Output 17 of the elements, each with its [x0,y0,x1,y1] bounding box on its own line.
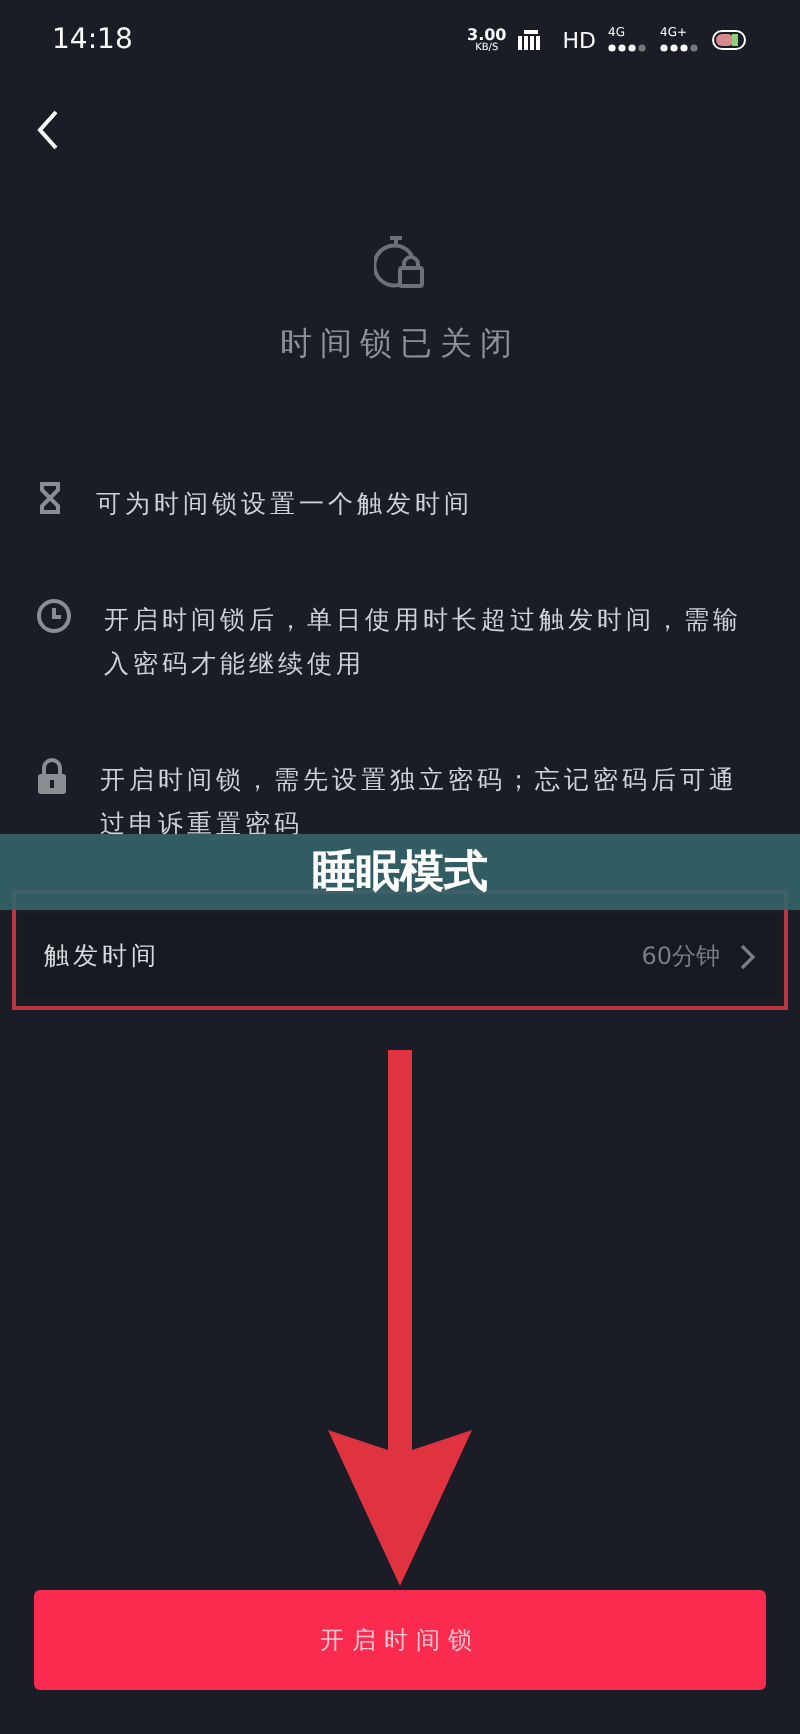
hd-label: HD [562,29,596,51]
feature-description: 可为时间锁设置一个触发时间 [96,486,475,522]
feature-description: 开启时间锁后，单日使用时长超过触发时间，需输入密码才能继续使用 [104,602,744,682]
lock-icon [36,758,68,794]
signal-icon [608,44,648,52]
hourglass-icon [36,482,64,514]
trigger-time-row[interactable]: 触发时间 60分钟 [24,914,776,998]
back-button[interactable] [36,110,60,150]
clock-icon [36,598,72,634]
status-title: 时间锁已关闭 [280,324,520,366]
timer-lock-icon [374,236,426,292]
battery-icon [712,30,748,50]
status-time: 14:18 [52,24,133,56]
overlay-banner: 睡眠模式 [0,834,800,910]
signal-icon [660,44,700,52]
chevron-right-icon [740,943,756,969]
network-speed: 3.00 [467,27,507,43]
